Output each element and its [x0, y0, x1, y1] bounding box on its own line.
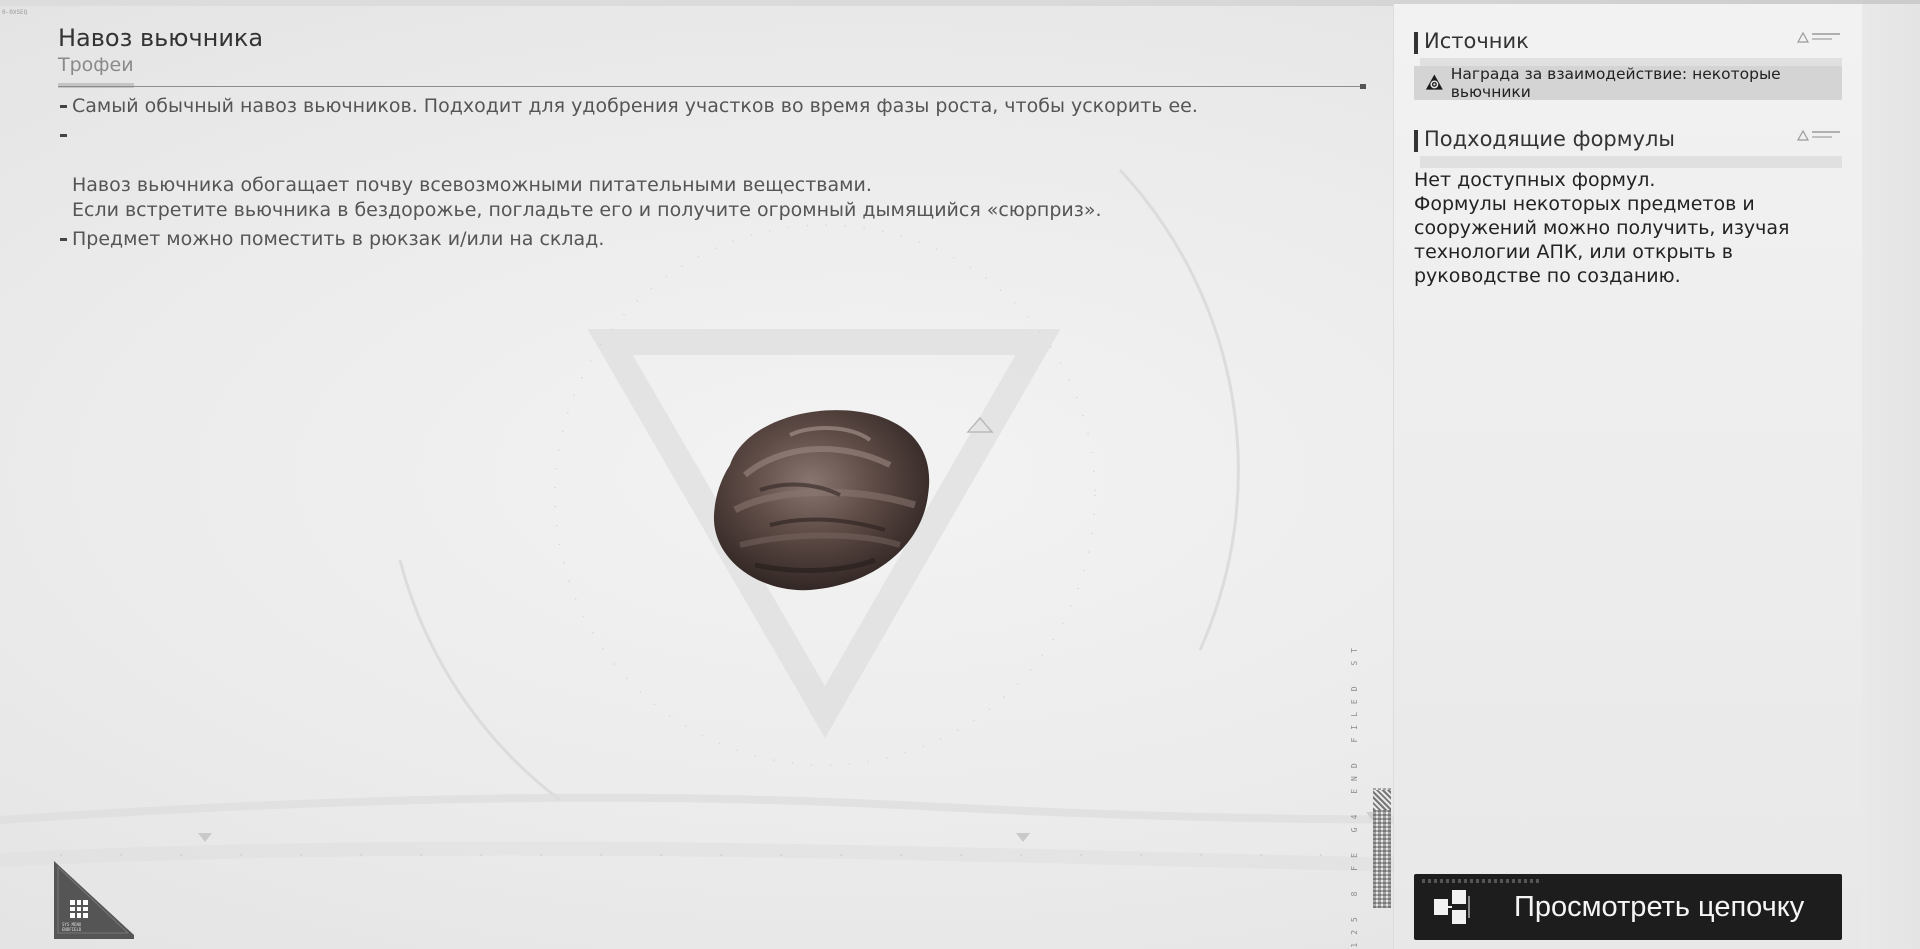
section-accent-bar	[1414, 130, 1418, 152]
side-serial-text: 125 8 FE G4 END FILED ST	[1350, 640, 1359, 948]
title-divider	[58, 86, 1362, 87]
source-entry-text: Награда за взаимодействие: некоторые вью…	[1450, 65, 1781, 101]
section-accent-bar	[1414, 32, 1418, 54]
divider-end-marker	[1360, 84, 1366, 89]
source-entry[interactable]: Награда за взаимодействие: некоторые вью…	[1414, 65, 1842, 101]
description-line: Самый обычный навоз вьючников. Подходит …	[58, 94, 1348, 119]
dung-pile-icon[interactable]	[700, 395, 940, 605]
formulas-section-header: Подходящие формулы	[1414, 126, 1842, 168]
item-info-panel: Источник Награда за взаимодействие: неко…	[1393, 4, 1863, 949]
section-tag-icon	[1796, 129, 1840, 141]
description-line: Предмет можно поместить в рюкзак и/или н…	[58, 227, 1348, 252]
production-chain-icon	[1434, 890, 1470, 924]
source-section-header: Источник	[1414, 28, 1842, 70]
grid-menu-icon[interactable]	[70, 900, 88, 918]
view-chain-button[interactable]: Просмотреть цепочку	[1414, 874, 1842, 940]
hatch-decoration	[1373, 790, 1391, 810]
section-tag-icon	[1796, 31, 1840, 43]
description-text: Предмет можно поместить в рюкзак и/или н…	[72, 228, 605, 250]
bullet-dash	[60, 134, 67, 137]
interaction-reward-icon	[1425, 74, 1443, 90]
corner-build-code: 0-0XSEQ	[2, 9, 28, 16]
source-heading: Источник	[1424, 29, 1529, 53]
description-text: Навоз вьючника обогащает почву всевозмож…	[72, 174, 1102, 221]
description-text: Самый обычный навоз вьючников. Подходит …	[72, 95, 1198, 117]
item-title: Навоз вьючника	[58, 24, 264, 52]
item-category: Трофеи	[58, 54, 134, 76]
formulas-heading: Подходящие формулы	[1424, 127, 1676, 151]
menu-tiny-label: SYS MENU ENDFIELD	[62, 922, 82, 932]
button-stripe-decoration	[1422, 879, 1542, 883]
formulas-empty-text: Нет доступных формул. Формулы некоторых …	[1414, 169, 1790, 287]
description-line: Навоз вьючника обогащает почву всевозмож…	[58, 123, 1348, 223]
view-chain-label: Просмотреть цепочку	[1514, 890, 1805, 923]
item-description-list: Самый обычный навоз вьючников. Подходит …	[58, 94, 1348, 256]
bullet-dash	[60, 238, 67, 241]
screen-right-edge	[1862, 4, 1920, 949]
bullet-dash	[60, 105, 67, 108]
section-band	[1420, 156, 1842, 168]
